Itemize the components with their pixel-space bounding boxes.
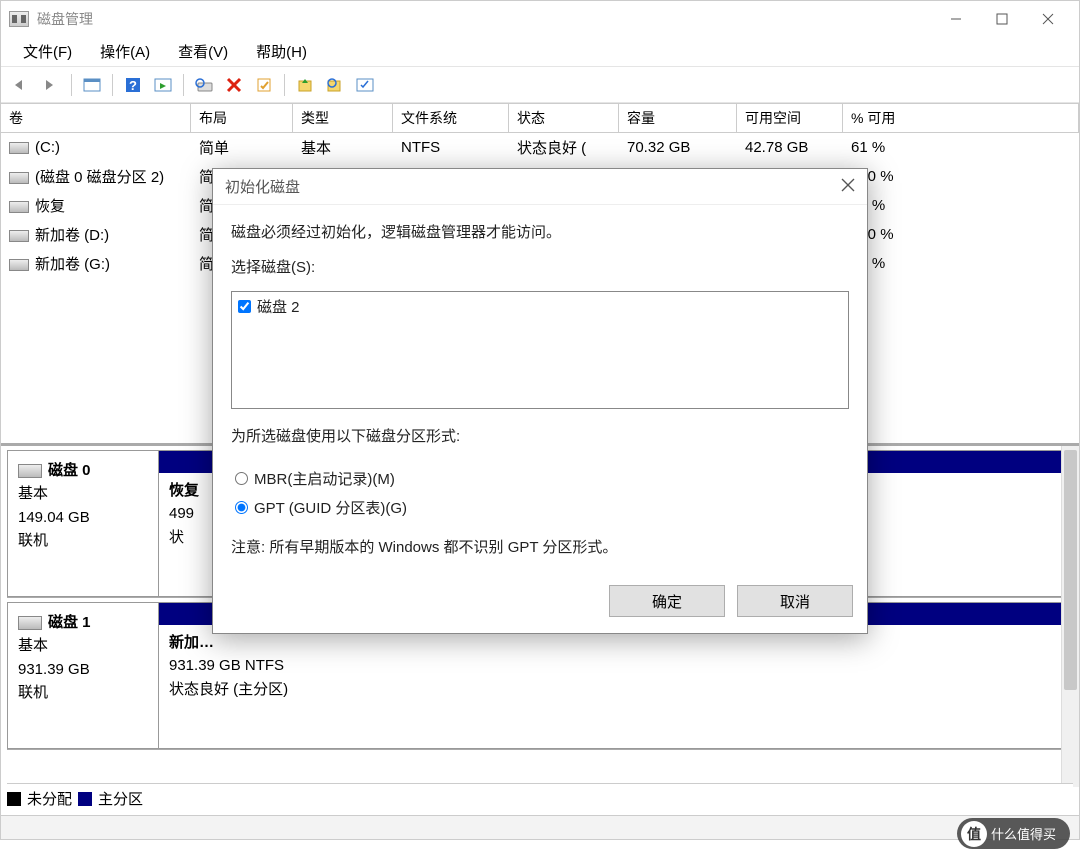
dialog-close-button[interactable]: [841, 178, 855, 196]
toolbar: ?: [1, 67, 1079, 103]
dialog-body: 磁盘必须经过初始化，逻辑磁盘管理器才能访问。 选择磁盘(S): 磁盘 2 为所选…: [213, 205, 867, 575]
col-type[interactable]: 类型: [293, 104, 393, 132]
close-button[interactable]: [1025, 3, 1071, 35]
disk-2-checkbox[interactable]: [238, 300, 251, 313]
legend-swatch-unallocated: [7, 792, 21, 806]
col-layout[interactable]: 布局: [191, 104, 293, 132]
gpt-option[interactable]: GPT (GUID 分区表)(G): [235, 493, 849, 522]
col-status[interactable]: 状态: [509, 104, 619, 132]
volume-table-header: 卷 布局 类型 文件系统 状态 容量 可用空间 % 可用: [1, 104, 1079, 133]
menu-view[interactable]: 查看(V): [164, 37, 242, 66]
disk-checkbox-item[interactable]: 磁盘 2: [238, 296, 842, 317]
mbr-radio[interactable]: [235, 472, 248, 485]
disk-info: 磁盘 1基本931.39 GB联机: [7, 602, 159, 749]
legend-primary: 主分区: [98, 788, 143, 809]
dialog-note: 注意: 所有早期版本的 Windows 都不识别 GPT 分区形式。: [231, 536, 849, 557]
table-row[interactable]: (C:)简单基本NTFS状态良好 (70.32 GB42.78 GB61 %: [1, 133, 1079, 162]
watermark-icon: 值: [961, 821, 987, 847]
volume-icon: [9, 142, 29, 154]
window-title: 磁盘管理: [37, 9, 93, 29]
dialog-titlebar[interactable]: 初始化磁盘: [213, 169, 867, 205]
action-button[interactable]: [149, 71, 177, 99]
gpt-label: GPT (GUID 分区表)(G): [254, 497, 407, 518]
volume-icon: [9, 259, 29, 271]
volume-icon: [9, 172, 29, 184]
gpt-radio[interactable]: [235, 501, 248, 514]
ok-button[interactable]: 确定: [609, 585, 725, 617]
refresh-button[interactable]: [190, 71, 218, 99]
minimize-button[interactable]: [933, 3, 979, 35]
show-hide-tree-button[interactable]: [78, 71, 106, 99]
scrollbar[interactable]: [1061, 446, 1079, 787]
menubar: 文件(F) 操作(A) 查看(V) 帮助(H): [1, 37, 1079, 67]
col-free[interactable]: 可用空间: [737, 104, 843, 132]
partition-style-group: MBR(主启动记录)(M) GPT (GUID 分区表)(G): [231, 460, 849, 536]
legend-swatch-primary: [78, 792, 92, 806]
select-disk-label: 选择磁盘(S):: [231, 256, 849, 277]
back-button[interactable]: [7, 71, 35, 99]
disk-info: 磁盘 0基本149.04 GB联机: [7, 450, 159, 597]
statusbar: [1, 815, 1079, 839]
menu-file[interactable]: 文件(F): [9, 37, 86, 66]
disk-icon: [18, 616, 42, 630]
mbr-label: MBR(主启动记录)(M): [254, 468, 395, 489]
dialog-buttons: 确定 取消: [213, 575, 867, 633]
maximize-button[interactable]: [979, 3, 1025, 35]
disk-select-list[interactable]: 磁盘 2: [231, 291, 849, 409]
forward-button[interactable]: [37, 71, 65, 99]
volume-icon: [9, 230, 29, 242]
menu-help[interactable]: 帮助(H): [242, 37, 321, 66]
watermark: 值 什么值得买: [957, 818, 1070, 849]
delete-button[interactable]: [220, 71, 248, 99]
dialog-message: 磁盘必须经过初始化，逻辑磁盘管理器才能访问。: [231, 221, 849, 242]
mbr-option[interactable]: MBR(主启动记录)(M): [235, 464, 849, 493]
app-icon: [9, 11, 29, 27]
properties-button[interactable]: [250, 71, 278, 99]
partition-style-label: 为所选磁盘使用以下磁盘分区形式:: [231, 425, 849, 446]
watermark-text: 什么值得买: [991, 827, 1056, 842]
legend-unallocated: 未分配: [27, 788, 72, 809]
settings-button[interactable]: [351, 71, 379, 99]
disk-icon: [18, 464, 42, 478]
col-volume[interactable]: 卷: [1, 104, 191, 132]
view-bottom-button[interactable]: [321, 71, 349, 99]
cancel-button[interactable]: 取消: [737, 585, 853, 617]
initialize-disk-dialog: 初始化磁盘 磁盘必须经过初始化，逻辑磁盘管理器才能访问。 选择磁盘(S): 磁盘…: [212, 168, 868, 634]
legend: 未分配 主分区: [7, 783, 1073, 809]
col-pct[interactable]: % 可用: [843, 104, 1079, 132]
col-capacity[interactable]: 容量: [619, 104, 737, 132]
volume-icon: [9, 201, 29, 213]
dialog-title: 初始化磁盘: [225, 176, 300, 197]
titlebar[interactable]: 磁盘管理: [1, 1, 1079, 37]
disk-2-label: 磁盘 2: [257, 296, 300, 317]
help-button[interactable]: ?: [119, 71, 147, 99]
col-fs[interactable]: 文件系统: [393, 104, 509, 132]
view-top-button[interactable]: [291, 71, 319, 99]
menu-action[interactable]: 操作(A): [86, 37, 164, 66]
svg-text:?: ?: [129, 78, 137, 93]
